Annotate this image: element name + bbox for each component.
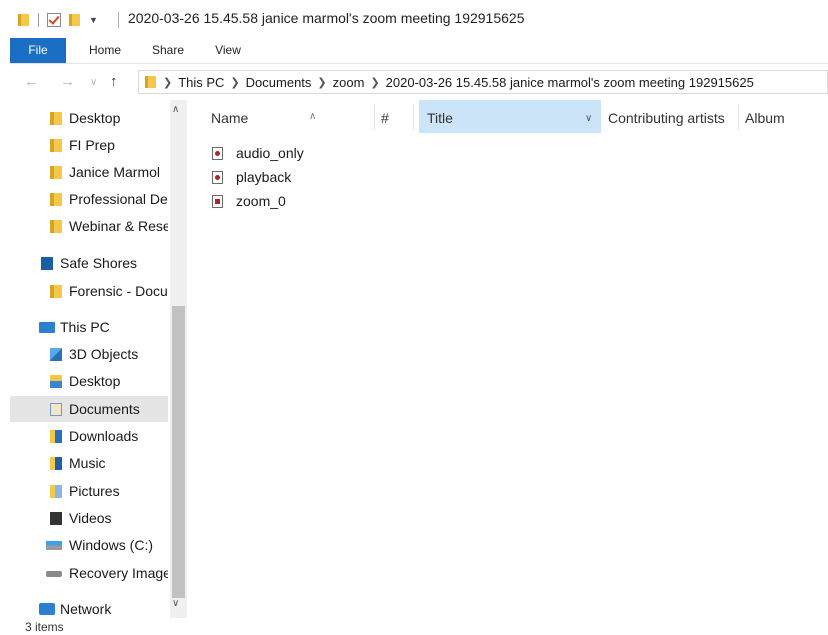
column-header-name[interactable]: Name ∧	[211, 100, 316, 133]
tab-home[interactable]: Home	[80, 38, 130, 63]
recent-locations-chevron-icon[interactable]: ∨	[90, 77, 97, 88]
folder-icon	[50, 193, 62, 206]
toolbar-divider	[38, 13, 39, 27]
column-header-title[interactable]: Title	[419, 100, 601, 133]
breadcrumb-chevron-icon[interactable]: ❯	[230, 76, 239, 89]
sidebar-item-fi-prep[interactable]: FI Prep	[10, 132, 168, 158]
drive-icon	[46, 571, 62, 577]
sidebar-item-forensic[interactable]: Forensic - Docur	[10, 278, 168, 304]
title-bar: ▼ 2020-03-26 15.45.58 janice marmol's zo…	[0, 0, 828, 38]
column-divider[interactable]	[374, 104, 375, 130]
sidebar-item-pc-desktop[interactable]: Desktop	[10, 368, 168, 394]
breadcrumb-chevron-icon[interactable]: ❯	[317, 76, 326, 89]
audio-file-icon	[212, 147, 223, 160]
network-icon	[39, 603, 55, 615]
audio-file-icon	[212, 171, 223, 184]
back-arrow-icon[interactable]: ←	[24, 73, 39, 90]
windows-drive-icon	[46, 541, 62, 550]
tab-share[interactable]: Share	[144, 38, 192, 63]
sidebar-item-recovery-image[interactable]: Recovery Image	[10, 560, 168, 586]
column-header-contributing-artists[interactable]: Contributing artists	[608, 100, 725, 133]
title-divider	[118, 12, 119, 28]
sidebar-item-downloads[interactable]: Downloads	[10, 423, 168, 449]
sidebar-item-webinar[interactable]: Webinar & Resea	[10, 213, 168, 239]
building-icon	[41, 257, 53, 270]
navigation-pane: Desktop FI Prep Janice Marmol Profession…	[10, 100, 187, 620]
sidebar-item-desktop[interactable]: Desktop	[10, 105, 168, 131]
new-folder-icon[interactable]	[69, 13, 81, 27]
sidebar-item-documents[interactable]: Documents	[10, 396, 168, 422]
sidebar-item-3d-objects[interactable]: 3D Objects	[10, 341, 168, 367]
navigation-bar: ← → ∨ ↑ ❯ This PC ❯ Documents ❯ zoom ❯ 2…	[10, 64, 828, 100]
sidebar-item-network[interactable]: Network	[10, 596, 168, 622]
folder-icon	[50, 139, 62, 152]
3d-objects-icon	[50, 348, 62, 361]
customize-toolbar-dropdown-icon[interactable]: ▼	[89, 15, 98, 25]
sidebar-item-videos[interactable]: Videos	[10, 505, 168, 531]
folder-icon	[145, 75, 157, 89]
breadcrumb-chevron-icon[interactable]: ❯	[370, 76, 379, 89]
video-file-icon	[212, 195, 223, 208]
sidebar-item-janice-marmol[interactable]: Janice Marmol	[10, 159, 168, 185]
breadcrumb-zoom[interactable]: zoom	[333, 75, 365, 90]
folder-icon	[50, 285, 62, 298]
sidebar-item-professional-dev[interactable]: Professional Dev	[10, 186, 168, 212]
folder-icon	[50, 112, 62, 125]
breadcrumb-meeting-folder[interactable]: 2020-03-26 15.45.58 janice marmol's zoom…	[386, 75, 754, 90]
folder-icon	[18, 13, 30, 27]
column-filter-dropdown-icon[interactable]: ∨	[585, 100, 592, 137]
file-list-pane: Name ∧ # Title ∨ Contributing artists Al…	[187, 100, 828, 620]
tab-file[interactable]: File	[10, 38, 66, 63]
videos-icon	[50, 512, 62, 525]
up-arrow-icon[interactable]: ↑	[110, 73, 118, 90]
sort-ascending-icon: ∧	[309, 111, 317, 122]
downloads-icon	[50, 430, 62, 443]
tab-view[interactable]: View	[206, 38, 250, 63]
sidebar-item-music[interactable]: Music	[10, 450, 168, 476]
column-divider[interactable]	[413, 104, 414, 130]
column-divider[interactable]	[738, 104, 739, 130]
column-header-album[interactable]: Album	[745, 100, 785, 133]
folder-icon	[50, 220, 62, 233]
computer-icon	[39, 322, 55, 333]
pictures-icon	[50, 485, 62, 498]
forward-arrow-icon[interactable]: →	[60, 73, 75, 90]
item-count: 3 items	[25, 620, 64, 634]
sidebar-item-windows-c[interactable]: Windows (C:)	[10, 532, 168, 558]
status-bar: 3 items	[10, 620, 828, 635]
desktop-folder-icon	[50, 375, 62, 388]
ribbon: File Home Share View	[10, 38, 828, 64]
sidebar-item-safe-shores[interactable]: Safe Shores	[10, 250, 168, 276]
breadcrumb-chevron-icon[interactable]: ❯	[163, 76, 172, 89]
column-header-number[interactable]: #	[381, 100, 389, 133]
file-explorer-window: ▼ 2020-03-26 15.45.58 janice marmol's zo…	[0, 0, 828, 635]
scroll-down-chevron-icon[interactable]: ∨	[172, 598, 179, 609]
breadcrumb-this-pc[interactable]: This PC	[178, 75, 224, 90]
scroll-up-chevron-icon[interactable]: ∧	[172, 104, 179, 115]
documents-icon	[50, 403, 62, 416]
music-icon	[50, 457, 62, 470]
sidebar-item-pictures[interactable]: Pictures	[10, 478, 168, 504]
sidebar-item-this-pc[interactable]: This PC	[10, 314, 168, 340]
breadcrumb-documents[interactable]: Documents	[246, 75, 312, 90]
folder-icon	[50, 166, 62, 179]
sidebar-scrollbar-thumb[interactable]	[172, 306, 185, 598]
properties-check-icon[interactable]	[47, 13, 61, 27]
quick-access-toolbar: ▼	[18, 11, 98, 29]
window-title: 2020-03-26 15.45.58 janice marmol's zoom…	[128, 10, 525, 26]
address-bar[interactable]: ❯ This PC ❯ Documents ❯ zoom ❯ 2020-03-2…	[138, 70, 828, 94]
